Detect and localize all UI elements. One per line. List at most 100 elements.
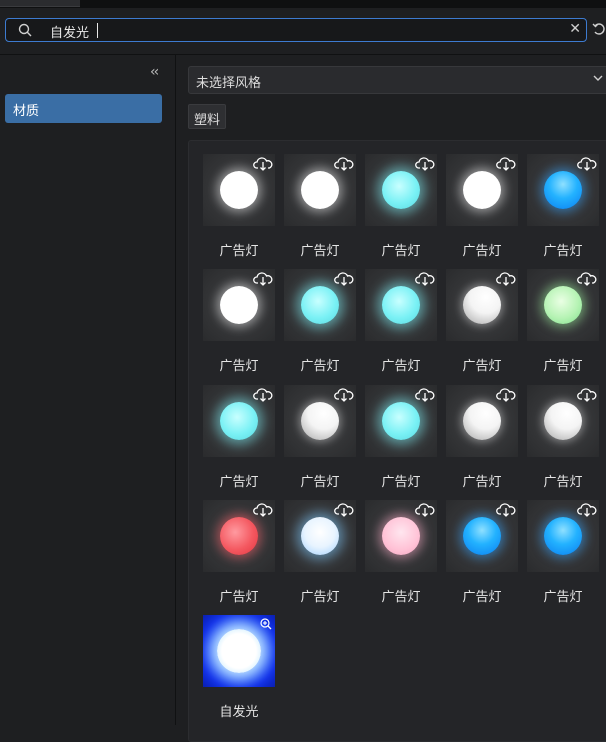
asset-card[interactable]: 广告灯 bbox=[365, 154, 437, 259]
material-sphere-preview bbox=[544, 171, 582, 209]
asset-label: 广告灯 bbox=[300, 590, 340, 605]
material-sphere-preview bbox=[301, 286, 339, 324]
material-sphere-preview bbox=[382, 286, 420, 324]
material-sphere-preview bbox=[463, 171, 501, 209]
asset-label: 广告灯 bbox=[219, 590, 259, 605]
material-sphere-preview bbox=[220, 517, 258, 555]
asset-card[interactable]: 广告灯 bbox=[284, 385, 356, 490]
material-sphere-preview bbox=[382, 517, 420, 555]
asset-card[interactable]: 广告灯 bbox=[203, 154, 275, 259]
asset-thumbnail[interactable] bbox=[284, 269, 356, 341]
asset-card[interactable]: 广告灯 bbox=[365, 500, 437, 605]
asset-label: 广告灯 bbox=[462, 590, 502, 605]
asset-card[interactable]: 广告灯 bbox=[203, 500, 275, 605]
material-sphere-preview bbox=[463, 517, 501, 555]
asset-thumbnail[interactable] bbox=[527, 385, 599, 457]
asset-card[interactable]: 广告灯 bbox=[203, 269, 275, 374]
material-sphere-preview bbox=[463, 286, 501, 324]
asset-card[interactable]: 广告灯 bbox=[446, 385, 518, 490]
asset-label: 广告灯 bbox=[543, 475, 583, 490]
material-sphere-preview bbox=[220, 402, 258, 440]
asset-label: 广告灯 bbox=[381, 359, 421, 374]
asset-thumbnail[interactable] bbox=[203, 615, 275, 687]
material-sphere-preview bbox=[220, 286, 258, 324]
asset-thumbnail[interactable] bbox=[446, 154, 518, 226]
asset-card[interactable]: 广告灯 bbox=[446, 154, 518, 259]
refresh-icon[interactable] bbox=[592, 22, 606, 36]
asset-label: 广告灯 bbox=[219, 475, 259, 490]
asset-thumbnail[interactable] bbox=[365, 154, 437, 226]
asset-thumbnail[interactable] bbox=[203, 154, 275, 226]
material-sphere-preview bbox=[463, 402, 501, 440]
asset-label: 广告灯 bbox=[462, 244, 502, 259]
material-sphere-preview bbox=[301, 402, 339, 440]
text-caret bbox=[97, 23, 98, 38]
asset-label: 广告灯 bbox=[300, 244, 340, 259]
asset-thumbnail[interactable] bbox=[284, 385, 356, 457]
asset-label: 广告灯 bbox=[381, 244, 421, 259]
asset-label: 广告灯 bbox=[219, 359, 259, 374]
material-sphere-preview bbox=[220, 171, 258, 209]
asset-thumbnail[interactable] bbox=[365, 385, 437, 457]
asset-thumbnail[interactable] bbox=[284, 500, 356, 572]
sidebar-divider bbox=[175, 55, 176, 725]
asset-thumbnail[interactable] bbox=[446, 500, 518, 572]
material-sphere-preview bbox=[382, 171, 420, 209]
asset-card[interactable]: 广告灯 bbox=[446, 269, 518, 374]
asset-thumbnail[interactable] bbox=[446, 385, 518, 457]
asset-thumbnail[interactable] bbox=[365, 269, 437, 341]
material-sphere-preview bbox=[544, 402, 582, 440]
search-icon bbox=[18, 23, 32, 37]
asset-label: 广告灯 bbox=[543, 244, 583, 259]
close-icon[interactable]: ✕ bbox=[569, 21, 581, 37]
asset-card[interactable]: 广告灯 bbox=[527, 154, 599, 259]
asset-label: 广告灯 bbox=[543, 590, 583, 605]
search-input[interactable]: 自发光 bbox=[50, 22, 89, 41]
asset-card[interactable]: 广告灯 bbox=[284, 154, 356, 259]
asset-label: 自发光 bbox=[219, 705, 259, 720]
asset-thumbnail[interactable] bbox=[284, 154, 356, 226]
asset-thumbnail[interactable] bbox=[365, 500, 437, 572]
window-top-strip bbox=[0, 0, 606, 8]
sidebar bbox=[0, 55, 175, 725]
tag-label: 塑料 bbox=[194, 113, 221, 128]
style-select[interactable]: 未选择风格 bbox=[188, 66, 606, 94]
asset-card[interactable]: 广告灯 bbox=[365, 385, 437, 490]
chevron-down-icon[interactable] bbox=[592, 72, 604, 84]
window-tab-stub[interactable] bbox=[0, 0, 80, 7]
asset-thumbnail[interactable] bbox=[446, 269, 518, 341]
tag-chip-plastic[interactable]: 塑料 bbox=[188, 104, 227, 129]
asset-label: 广告灯 bbox=[543, 359, 583, 374]
sidebar-item-label: 材质 bbox=[13, 104, 40, 119]
asset-label: 广告灯 bbox=[462, 359, 502, 374]
asset-card[interactable]: 自发光 bbox=[203, 615, 275, 720]
material-sphere-preview bbox=[544, 286, 582, 324]
asset-card[interactable]: 广告灯 bbox=[284, 269, 356, 374]
asset-label: 广告灯 bbox=[381, 475, 421, 490]
double-chevron-left-icon[interactable]: ‹‹ bbox=[150, 64, 159, 80]
asset-card[interactable]: 广告灯 bbox=[527, 500, 599, 605]
asset-card[interactable]: 广告灯 bbox=[203, 385, 275, 490]
asset-label: 广告灯 bbox=[381, 590, 421, 605]
style-select-value: 未选择风格 bbox=[196, 76, 262, 91]
asset-card[interactable]: 广告灯 bbox=[527, 269, 599, 374]
asset-thumbnail[interactable] bbox=[203, 500, 275, 572]
asset-card[interactable]: 广告灯 bbox=[284, 500, 356, 605]
material-sphere-preview bbox=[217, 629, 261, 673]
sidebar-item-material[interactable]: 材质 bbox=[5, 94, 162, 123]
material-sphere-preview bbox=[301, 171, 339, 209]
asset-card[interactable]: 广告灯 bbox=[527, 385, 599, 490]
asset-label: 广告灯 bbox=[300, 359, 340, 374]
search-bar[interactable]: 自发光 ✕ bbox=[5, 18, 587, 42]
asset-thumbnail[interactable] bbox=[527, 500, 599, 572]
asset-card[interactable]: 广告灯 bbox=[446, 500, 518, 605]
material-sphere-preview bbox=[301, 517, 339, 555]
asset-thumbnail[interactable] bbox=[527, 269, 599, 341]
material-sphere-preview bbox=[382, 402, 420, 440]
material-sphere-preview bbox=[544, 517, 582, 555]
asset-thumbnail[interactable] bbox=[203, 269, 275, 341]
asset-thumbnail[interactable] bbox=[527, 154, 599, 226]
asset-card[interactable]: 广告灯 bbox=[365, 269, 437, 374]
asset-label: 广告灯 bbox=[462, 475, 502, 490]
asset-thumbnail[interactable] bbox=[203, 385, 275, 457]
